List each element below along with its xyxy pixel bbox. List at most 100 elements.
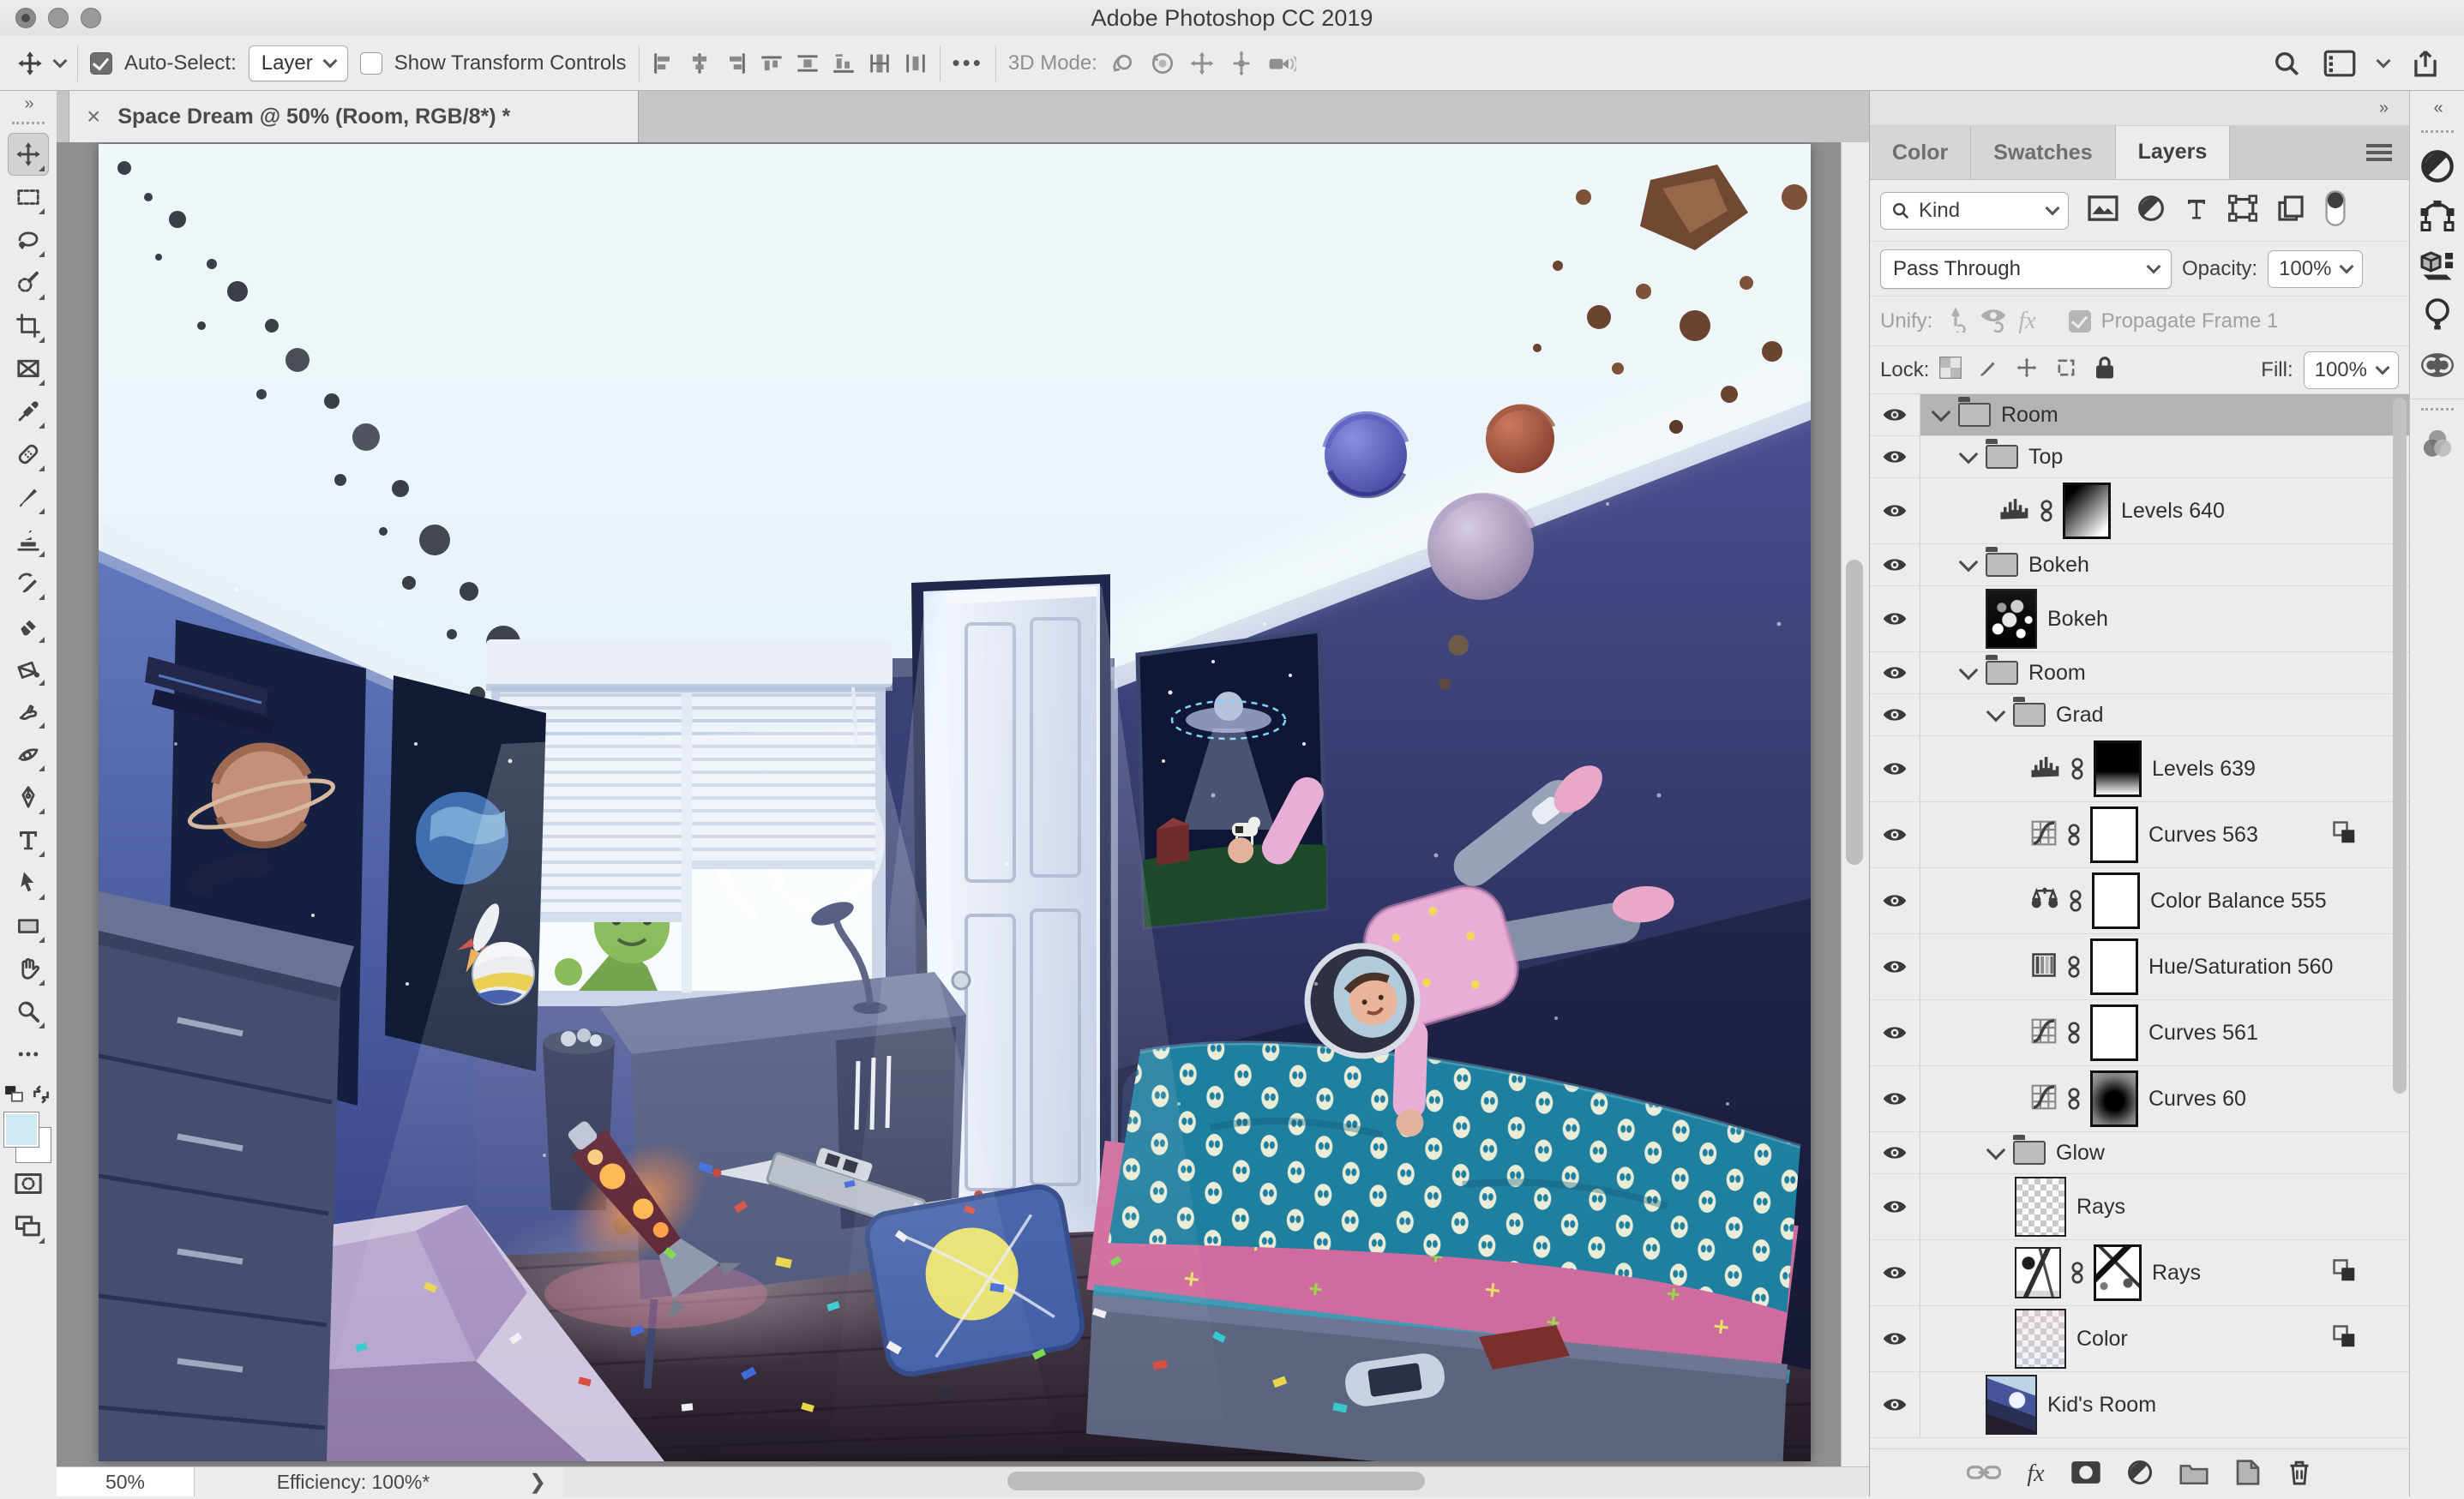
- foreground-color-swatch[interactable]: [4, 1112, 39, 1147]
- layer-row-hue-saturation-560[interactable]: Hue/Saturation 560: [1870, 934, 2409, 1000]
- dock-grip-2[interactable]: [2421, 408, 2454, 411]
- visibility-toggle[interactable]: [1870, 868, 1920, 933]
- layer-row-rays-2[interactable]: Rays: [1870, 1240, 2409, 1306]
- unify-position-icon[interactable]: [1943, 305, 1968, 337]
- visibility-toggle[interactable]: [1870, 802, 1920, 867]
- clone-stamp-tool[interactable]: [8, 519, 49, 561]
- collapse-group-icon[interactable]: [1986, 702, 2006, 723]
- layer-mask-thumbnail[interactable]: [2063, 483, 2111, 539]
- screen-mode-icon[interactable]: [8, 1205, 49, 1248]
- layer-row-curves-561[interactable]: Curves 561: [1870, 1000, 2409, 1066]
- lock-artboard-icon[interactable]: [2054, 356, 2078, 384]
- collapse-group-icon[interactable]: [1958, 444, 1979, 465]
- vertical-scrollbar-thumb[interactable]: [1846, 559, 1863, 865]
- layer-mask-thumbnail[interactable]: [2092, 872, 2140, 929]
- type-tool[interactable]: [8, 818, 49, 861]
- show-transform-checkbox[interactable]: [359, 51, 382, 75]
- layer-mask-thumbnail[interactable]: [2090, 938, 2138, 995]
- visibility-toggle[interactable]: [1870, 544, 1920, 585]
- chain-icon[interactable]: [2071, 1260, 2083, 1286]
- unify-effects-icon[interactable]: fx: [2018, 308, 2035, 335]
- pen-tool[interactable]: [8, 776, 49, 818]
- channels-panel-icon[interactable]: [2420, 419, 2455, 469]
- layer-thumbnail[interactable]: [2015, 1247, 2061, 1298]
- layer-row-top-group[interactable]: Top: [1870, 436, 2409, 478]
- layer-row-curves-60[interactable]: Curves 60: [1870, 1066, 2409, 1132]
- expand-dock-icon[interactable]: «: [2433, 91, 2443, 125]
- visibility-toggle[interactable]: [1870, 934, 1920, 999]
- toolbar-grip[interactable]: [12, 122, 45, 124]
- auto-select-checkbox[interactable]: [90, 51, 112, 75]
- canvas-pasteboard[interactable]: [57, 142, 1869, 1467]
- layer-row-bokeh-layer[interactable]: Bokeh: [1870, 586, 2409, 652]
- layer-mask-thumbnail[interactable]: [2094, 741, 2142, 797]
- tab-color[interactable]: Color: [1870, 126, 1972, 179]
- move-tool-icon[interactable]: [17, 51, 43, 76]
- paths-panel-icon[interactable]: [2419, 191, 2455, 241]
- delete-layer-icon[interactable]: [2287, 1458, 2312, 1491]
- threed-panel-icon[interactable]: [2419, 241, 2455, 291]
- visibility-toggle[interactable]: [1870, 694, 1920, 735]
- tab-swatches[interactable]: Swatches: [1971, 126, 2116, 179]
- vertical-scrollbar[interactable]: [1841, 142, 1869, 1467]
- layer-thumbnail[interactable]: [1986, 589, 2037, 649]
- workspace-icon[interactable]: [2323, 50, 2356, 77]
- zoom-tool[interactable]: [8, 990, 49, 1033]
- visibility-toggle[interactable]: [1870, 1066, 1920, 1131]
- blend-mode-select[interactable]: Pass Through: [1880, 249, 2172, 289]
- add-layer-mask-icon[interactable]: [2070, 1460, 2101, 1490]
- visibility-toggle[interactable]: [1870, 586, 1920, 651]
- link-layers-icon[interactable]: [1967, 1462, 2002, 1487]
- layer-row-bokeh-group[interactable]: Bokeh: [1870, 544, 2409, 586]
- smudge-tool[interactable]: [8, 690, 49, 733]
- layers-scrollbar-thumb[interactable]: [2393, 398, 2407, 1094]
- marquee-tool[interactable]: [8, 176, 49, 219]
- brush-tool[interactable]: [8, 476, 49, 519]
- align-top-edges-icon[interactable]: [760, 51, 784, 75]
- collapse-group-icon[interactable]: [1986, 1140, 2006, 1160]
- path-selection-tool[interactable]: [8, 861, 49, 904]
- align-vertical-centers-icon[interactable]: [796, 51, 820, 75]
- layer-row-glow-group[interactable]: Glow: [1870, 1132, 2409, 1174]
- lock-position-icon[interactable]: [2015, 356, 2039, 384]
- distribute-vertical-icon[interactable]: [868, 51, 892, 75]
- filter-type-layers-icon[interactable]: [2184, 195, 2209, 226]
- adjustments-panel-icon[interactable]: [2420, 141, 2455, 191]
- zoom-level-field[interactable]: 50%: [57, 1467, 195, 1496]
- collapse-panels-icon[interactable]: »: [2379, 99, 2389, 118]
- unify-visibility-icon[interactable]: [1979, 305, 2008, 337]
- chain-icon[interactable]: [2071, 756, 2083, 782]
- frame-tool[interactable]: [8, 347, 49, 390]
- crop-tool[interactable]: [8, 304, 49, 347]
- cc-icon[interactable]: [2419, 340, 2456, 390]
- 3d-roll-icon[interactable]: [1149, 50, 1176, 77]
- layer-row-curves-563[interactable]: Curves 563: [1870, 802, 2409, 868]
- visibility-toggle[interactable]: [1870, 1000, 1920, 1065]
- layer-mask-thumbnail[interactable]: [2090, 1004, 2138, 1061]
- collapse-group-icon[interactable]: [1931, 402, 1951, 423]
- filter-shape-layers-icon[interactable]: [2228, 195, 2257, 226]
- horizontal-scrollbar-thumb[interactable]: [1007, 1472, 1426, 1490]
- eraser-tool[interactable]: [8, 604, 49, 647]
- new-layer-icon[interactable]: [2235, 1459, 2261, 1490]
- dodge-tool[interactable]: [8, 733, 49, 776]
- layer-row-levels-639[interactable]: Levels 639: [1870, 736, 2409, 802]
- auto-select-target-select[interactable]: Layer: [248, 45, 348, 81]
- layer-row-room-group[interactable]: Room: [1870, 394, 2409, 436]
- align-horizontal-centers-icon[interactable]: [688, 51, 712, 75]
- tab-layers[interactable]: Layers: [2115, 126, 2231, 179]
- document-tab[interactable]: × Space Dream @ 50% (Room, RGB/8*) *: [69, 91, 639, 142]
- fill-field[interactable]: 100%: [2303, 351, 2399, 389]
- chain-icon[interactable]: [2068, 954, 2080, 980]
- lasso-tool[interactable]: [8, 219, 49, 261]
- learn-panel-icon[interactable]: [2422, 291, 2453, 340]
- collapse-group-icon[interactable]: [1958, 552, 1979, 573]
- layer-filter-select[interactable]: Kind: [1880, 191, 2069, 230]
- chain-icon[interactable]: [2070, 888, 2082, 914]
- visibility-toggle[interactable]: [1870, 652, 1920, 693]
- hand-tool[interactable]: [8, 947, 49, 990]
- quick-selection-tool[interactable]: [8, 261, 49, 304]
- chain-icon[interactable]: [2068, 822, 2080, 848]
- quick-mask-icon[interactable]: [8, 1162, 49, 1205]
- 3d-camera-icon[interactable]: [1267, 50, 1296, 77]
